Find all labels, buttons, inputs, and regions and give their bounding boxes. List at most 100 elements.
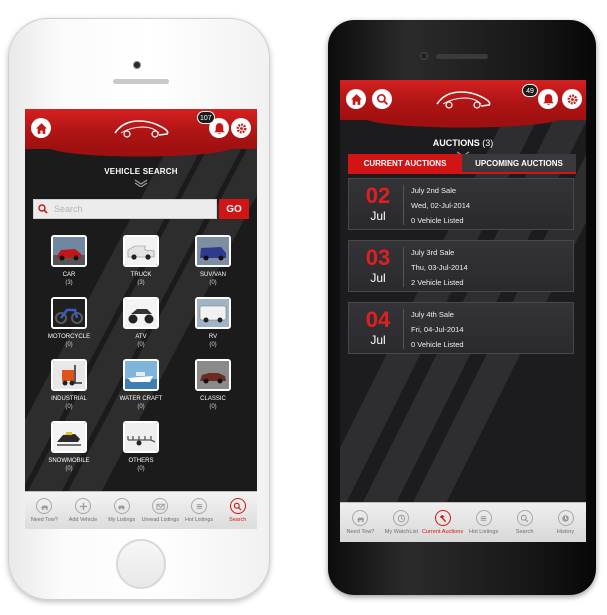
tab-label: Hot Listings <box>469 529 499 535</box>
auction-date: Wed, 02-Jul-2014 <box>411 201 471 210</box>
home-icon <box>350 93 362 105</box>
tab-hot-listings[interactable]: Hot Listings <box>180 492 219 529</box>
category-name: MOTORCYCLE <box>47 334 91 340</box>
auction-card[interactable]: 02 Jul July 2nd Sale Wed, 02-Jul-2014 0 … <box>348 178 574 230</box>
history-icon <box>562 514 569 522</box>
category-truck[interactable]: TRUCK (3) <box>105 235 177 286</box>
settings-button[interactable] <box>562 89 582 109</box>
category-car[interactable]: CAR (3) <box>33 235 105 286</box>
home-icon <box>35 122 47 134</box>
tab-search[interactable]: Search <box>218 492 257 529</box>
gear-icon <box>567 94 577 104</box>
tab-icon-wrap <box>475 510 492 526</box>
category-name: TRUCK <box>130 272 152 278</box>
category-grid: CAR (3) TRUCK (3) SUV/VAN (0) MOTORCYCLE… <box>33 235 249 472</box>
tow-icon <box>40 505 48 510</box>
auction-day: 03 <box>365 245 391 270</box>
auction-listed: 2 Vehicle Listed <box>411 278 464 287</box>
search-field <box>33 199 217 219</box>
tab-label: Unread Listings <box>141 517 180 523</box>
category-rv[interactable]: RV (0) <box>177 297 249 348</box>
atv-thumbnail <box>123 297 159 329</box>
category-count: (3) <box>137 280 145 286</box>
tab-upcoming-auctions[interactable]: UPCOMING AUCTIONS <box>462 154 576 172</box>
tab-icon-wrap <box>557 510 574 526</box>
category-count: (0) <box>209 342 217 348</box>
category-others[interactable]: OTHERS (0) <box>105 421 177 472</box>
auction-day: 02 <box>365 183 391 208</box>
category-count: (0) <box>65 466 73 472</box>
category-count: (0) <box>65 404 73 410</box>
app-header: 107 <box>25 109 257 159</box>
van-icon <box>197 237 229 265</box>
tab-need-tow[interactable]: Need Tow? <box>25 492 64 529</box>
tab-need-tow[interactable]: Need Tow? <box>340 503 381 542</box>
tab-hot-listings[interactable]: Hot Listings <box>463 503 504 542</box>
tab-icon-wrap <box>393 510 410 526</box>
home-hardware-button[interactable] <box>116 539 166 589</box>
motorcycle-thumbnail <box>51 297 87 329</box>
earpiece-speaker <box>436 54 488 59</box>
tab-label: Need Tow? <box>346 529 375 535</box>
tab-label: Need Tow? <box>30 517 58 523</box>
android-device: 49 AUCTIONS (3) CURRENT AUCTIONS UPCOMIN… <box>328 20 596 595</box>
category-name: ATV <box>135 334 147 340</box>
app-header: 49 <box>340 80 586 130</box>
mail-icon <box>156 503 165 510</box>
car-icon <box>53 237 85 265</box>
bottom-tab-bar: Need Tow? My WatchList Current Auctions … <box>340 502 586 542</box>
notification-badge: 107 <box>197 111 215 124</box>
category-atv[interactable]: ATV (0) <box>105 297 177 348</box>
tab-add-vehicle[interactable]: Add Vehicle <box>64 492 103 529</box>
auction-name: July 4th Sale <box>411 310 454 319</box>
tab-history[interactable]: History <box>545 503 586 542</box>
category-count: (0) <box>209 404 217 410</box>
plus-icon <box>79 502 87 510</box>
category-count: (3) <box>65 280 73 286</box>
truck-thumbnail <box>123 235 159 267</box>
tab-search[interactable]: Search <box>504 503 545 542</box>
category-count: (0) <box>137 466 145 472</box>
category-motorcycle[interactable]: MOTORCYCLE (0) <box>33 297 105 348</box>
auction-tabs: CURRENT AUCTIONS UPCOMING AUCTIONS <box>348 154 576 172</box>
tab-label: Hot Listings <box>184 517 214 523</box>
settings-button[interactable] <box>231 118 251 138</box>
category-classic[interactable]: CLASSIC (0) <box>177 359 249 410</box>
tab-icon-wrap <box>516 510 533 526</box>
front-camera <box>420 52 428 60</box>
category-suv-van[interactable]: SUV/VAN (0) <box>177 235 249 286</box>
search-icon <box>520 514 529 522</box>
auction-listed: 0 Vehicle Listed <box>411 216 464 225</box>
boat-icon <box>125 361 157 389</box>
category-industrial[interactable]: INDUSTRIAL (0) <box>33 359 105 410</box>
bell-icon <box>213 122 225 134</box>
divider <box>403 185 404 225</box>
search-input[interactable] <box>54 204 204 214</box>
category-water-craft[interactable]: WATER CRAFT (0) <box>105 359 177 410</box>
home-button[interactable] <box>346 89 366 109</box>
iphone-device: 107 VEHICLE SEARCH GO CAR (3) TRUCK <box>8 18 270 600</box>
tab-my-listings[interactable]: My Listings <box>102 492 141 529</box>
clock-icon <box>397 514 406 522</box>
search-button[interactable] <box>372 89 392 109</box>
bell-icon <box>542 93 554 105</box>
trailer-icon <box>125 423 157 451</box>
home-button[interactable] <box>31 118 51 138</box>
tab-unread-listings[interactable]: Unread Listings <box>141 492 180 529</box>
auction-card[interactable]: 04 Jul July 4th Sale Fri, 04-Jul-2014 0 … <box>348 302 574 354</box>
category-snowmobile[interactable]: SNOWMOBILE (0) <box>33 421 105 472</box>
auction-name: July 2nd Sale <box>411 186 457 195</box>
auction-name: July 3rd Sale <box>411 248 455 257</box>
divider <box>403 309 404 349</box>
auction-card[interactable]: 03 Jul July 3rd Sale Thu, 03-Jul-2014 2 … <box>348 240 574 292</box>
tab-current-auctions-nav[interactable]: Current Auctions <box>422 503 463 542</box>
tab-current-auctions[interactable]: CURRENT AUCTIONS <box>348 154 462 172</box>
snowmobile-thumbnail <box>51 421 87 453</box>
tab-my-watchlist[interactable]: My WatchList <box>381 503 422 542</box>
tab-label: My WatchList <box>384 529 419 535</box>
notification-badge: 49 <box>522 84 538 97</box>
category-name: CAR <box>62 272 76 278</box>
tab-underline <box>348 172 576 174</box>
notifications-button[interactable] <box>538 89 558 109</box>
go-button[interactable]: GO <box>219 199 249 219</box>
